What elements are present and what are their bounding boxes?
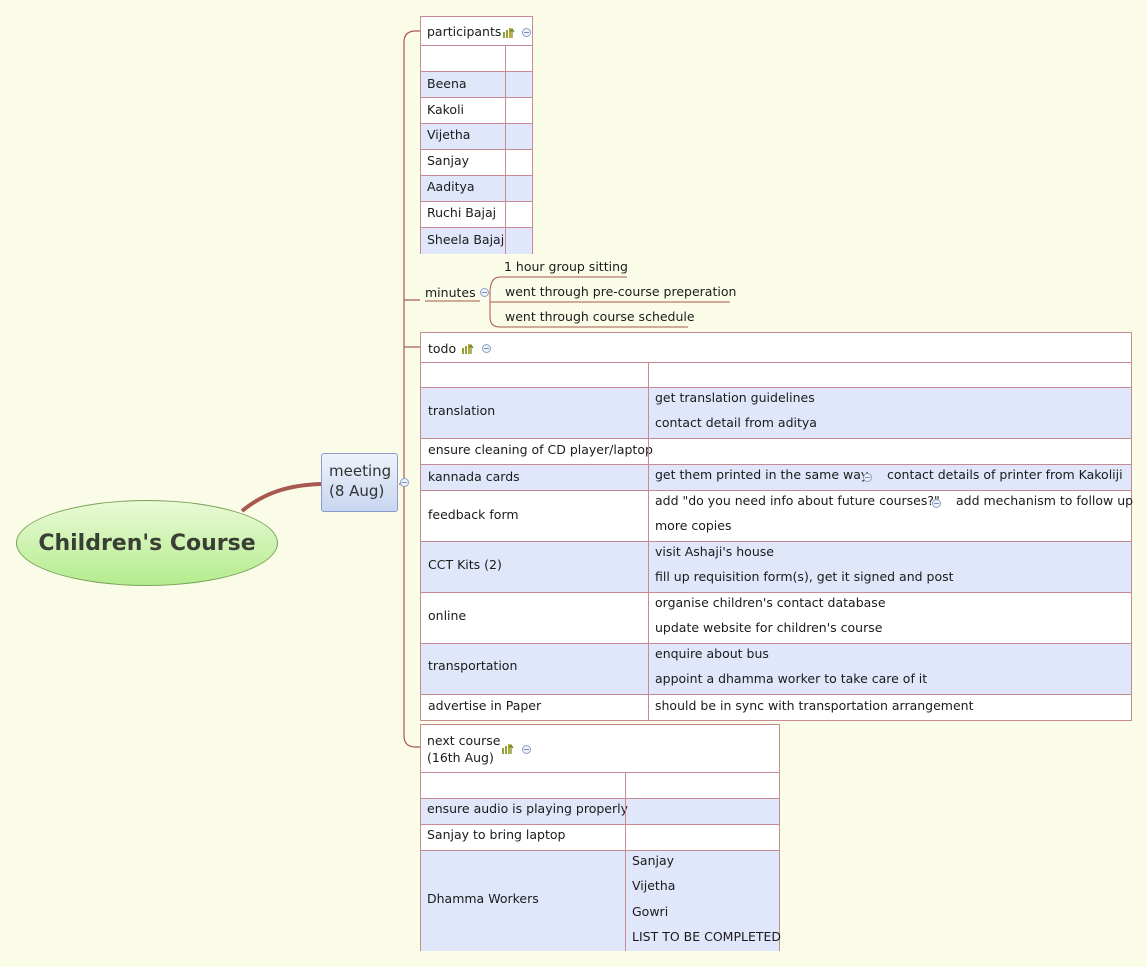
- next-course-task: ensure audio is playing properly: [427, 801, 628, 816]
- table-row: Beena: [421, 71, 532, 97]
- table-row: Ruchi Bajaj: [421, 201, 532, 227]
- table-row: CCT Kits (2) visit Ashaji's house fill u…: [421, 541, 1131, 592]
- minutes-item[interactable]: went through pre-course preperation: [505, 284, 736, 300]
- todo-detail: contact detail from aditya: [655, 415, 817, 430]
- next-course-task: Dhamma Workers: [427, 891, 539, 906]
- detail-collapse-icon[interactable]: [932, 499, 941, 508]
- participant-name: Kakoli: [427, 102, 465, 117]
- todo-detail: should be in sync with transportation ar…: [655, 698, 974, 713]
- todo-subtopic: add mechanism to follow up: [956, 493, 1134, 508]
- todo-collapse-icon[interactable]: [482, 344, 491, 353]
- todo-detail: add "do you need info about future cours…: [655, 493, 940, 508]
- table-row: feedback form add "do you need info abou…: [421, 490, 1134, 541]
- next-course-detail: Sanjay: [632, 853, 675, 868]
- todo-task: advertise in Paper: [428, 698, 542, 713]
- next-course-detail: Gowri: [632, 904, 669, 919]
- central-topic[interactable]: Children's Course: [16, 500, 278, 586]
- table-row: Sanjay: [421, 149, 532, 175]
- column-divider: [625, 772, 626, 951]
- meeting-collapse-icon[interactable]: [400, 478, 409, 487]
- participants-header-row: [421, 45, 532, 71]
- table-row: kannada cards get them printed in the sa…: [421, 464, 1131, 490]
- todo-task: CCT Kits (2): [428, 557, 502, 572]
- minutes-title[interactable]: minutes: [425, 285, 476, 301]
- participants-table: participants Beena Kakoli Vijetha Sanjay…: [420, 16, 533, 254]
- todo-task: ensure cleaning of CD player/laptop: [428, 442, 653, 457]
- table-row: advertise in Paper should be in sync wit…: [421, 694, 1131, 721]
- todo-detail: get them printed in the same way: [655, 467, 869, 482]
- central-topic-title: Children's Course: [38, 530, 256, 556]
- meeting-topic[interactable]: meeting (8 Aug): [321, 453, 398, 512]
- next-course-detail: Vijetha: [632, 878, 676, 893]
- todo-detail: visit Ashaji's house: [655, 544, 774, 559]
- todo-task: online: [428, 608, 467, 623]
- todo-detail: organise children's contact database: [655, 595, 886, 610]
- table-row: ensure cleaning of CD player/laptop: [421, 438, 1131, 464]
- minutes-collapse-icon[interactable]: [480, 288, 489, 297]
- minutes-item[interactable]: 1 hour group sitting: [504, 259, 628, 275]
- participants-title: participants: [427, 24, 502, 39]
- next-course-detail: LIST TO BE COMPLETED: [632, 929, 781, 944]
- todo-header-row: [421, 362, 1131, 387]
- participant-name: Sheela Bajaj: [427, 232, 505, 247]
- todo-detail: get translation guidelines: [655, 390, 815, 405]
- table-row: Sheela Bajaj: [421, 227, 532, 254]
- task-progress-icon: [462, 343, 474, 354]
- todo-detail: appoint a dhamma worker to take care of …: [655, 671, 928, 686]
- todo-task: translation: [428, 403, 496, 418]
- todo-detail: update website for children's course: [655, 620, 883, 635]
- todo-detail: more copies: [655, 518, 732, 533]
- todo-title: todo: [428, 341, 457, 356]
- next-course-table: next course (16th Aug) ensure audio is p…: [420, 724, 781, 951]
- participant-name: Ruchi Bajaj: [427, 205, 497, 220]
- next-course-task: Sanjay to bring laptop: [427, 827, 566, 842]
- todo-detail: fill up requisition form(s), get it sign…: [655, 569, 954, 584]
- column-divider: [505, 45, 506, 254]
- meeting-title-line1: meeting: [329, 462, 392, 480]
- table-row: Sanjay to bring laptop: [421, 824, 779, 850]
- next-course-title-line2: (16th Aug): [427, 750, 494, 765]
- todo-task: kannada cards: [428, 469, 520, 484]
- minutes-item[interactable]: went through course schedule: [505, 309, 695, 325]
- participant-name: Sanjay: [427, 153, 470, 168]
- next-course-header-row: [421, 772, 779, 798]
- table-row: translation get translation guidelines c…: [421, 387, 1131, 438]
- table-row: online organise children's contact datab…: [421, 592, 1131, 643]
- task-progress-icon: [502, 743, 514, 754]
- table-row: Aaditya: [421, 175, 532, 201]
- participant-name: Vijetha: [427, 127, 471, 142]
- participants-collapse-icon[interactable]: [522, 28, 531, 37]
- next-course-title-line1: next course: [427, 733, 501, 748]
- table-row: transportation enquire about bus appoint…: [421, 643, 1131, 694]
- todo-subtopic: contact details of printer from Kakoliji: [887, 467, 1123, 482]
- todo-detail: enquire about bus: [655, 646, 769, 661]
- detail-collapse-icon[interactable]: [863, 473, 872, 482]
- participant-name: Beena: [427, 76, 467, 91]
- table-row: Vijetha: [421, 123, 532, 149]
- table-row: ensure audio is playing properly: [421, 798, 779, 824]
- table-row: Kakoli: [421, 97, 532, 123]
- column-divider: [648, 362, 649, 721]
- todo-task: feedback form: [428, 507, 519, 522]
- task-progress-icon: [503, 27, 515, 38]
- next-course-collapse-icon[interactable]: [522, 745, 531, 754]
- participant-name: Aaditya: [427, 179, 475, 194]
- todo-table: todo translation get translation guideli…: [420, 332, 1134, 721]
- meeting-title-line2: (8 Aug): [329, 482, 385, 500]
- table-row: Dhamma Workers Sanjay Vijetha Gowri LIST…: [421, 850, 781, 951]
- todo-task: transportation: [428, 658, 518, 673]
